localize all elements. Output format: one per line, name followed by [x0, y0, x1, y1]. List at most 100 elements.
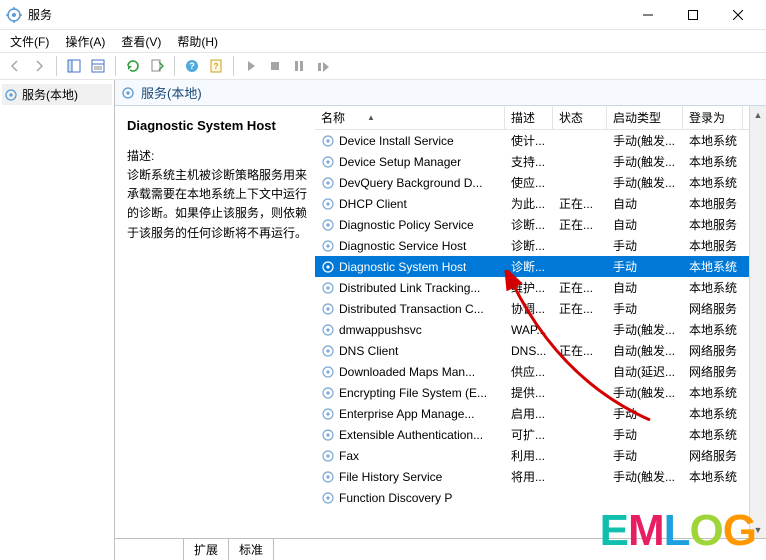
cell-name: Fax	[315, 449, 505, 463]
cell-startup: 手动	[607, 300, 683, 317]
cell-name: Diagnostic Policy Service	[315, 218, 505, 232]
cell-status: 正在...	[553, 195, 607, 212]
cell-logon: 本地系统	[683, 153, 743, 170]
properties-button[interactable]	[87, 55, 109, 77]
menu-action[interactable]: 操作(A)	[59, 31, 111, 52]
scroll-up-icon[interactable]: ▲	[750, 106, 766, 123]
tab-standard[interactable]: 标准	[228, 538, 274, 560]
nav-pane: 服务(本地)	[0, 80, 115, 560]
column-logon[interactable]: 登录为	[683, 106, 743, 129]
detail-pane: Diagnostic System Host 描述: 诊断系统主机被诊断策略服务…	[115, 106, 315, 538]
gear-icon	[4, 88, 18, 102]
pause-service-button	[288, 55, 310, 77]
cell-desc: 协调...	[505, 300, 553, 317]
cell-startup: 手动(触发...	[607, 174, 683, 191]
nav-root-label: 服务(本地)	[22, 86, 78, 103]
service-row[interactable]: DevQuery Background D...使应...手动(触发...本地系…	[315, 172, 749, 193]
refresh-button[interactable]	[122, 55, 144, 77]
cell-logon: 网络服务	[683, 363, 743, 380]
column-description[interactable]: 描述	[505, 106, 553, 129]
column-status[interactable]: 状态	[553, 106, 607, 129]
cell-desc: 启用...	[505, 405, 553, 422]
service-row[interactable]: Extensible Authentication...可扩... 手动本地系统	[315, 424, 749, 445]
service-row[interactable]: dmwappushsvcWAP... 手动(触发...本地系统	[315, 319, 749, 340]
cell-desc: WAP...	[505, 323, 553, 337]
cell-logon: 本地系统	[683, 426, 743, 443]
cell-desc: 诊断...	[505, 237, 553, 254]
cell-desc: 为此...	[505, 195, 553, 212]
show-hide-tree-button[interactable]	[63, 55, 85, 77]
cell-logon: 本地系统	[683, 405, 743, 422]
vertical-scrollbar[interactable]: ▲ ▼	[749, 106, 766, 538]
menu-view[interactable]: 查看(V)	[115, 31, 167, 52]
cell-name: DevQuery Background D...	[315, 176, 505, 190]
main-area: 服务(本地) 服务(本地) Diagnostic System Host 描述:…	[0, 80, 766, 560]
cell-desc: 支持...	[505, 153, 553, 170]
cell-name: dmwappushsvc	[315, 323, 505, 337]
cell-startup: 自动(触发...	[607, 342, 683, 359]
menu-file[interactable]: 文件(F)	[4, 31, 55, 52]
cell-logon: 网络服务	[683, 447, 743, 464]
cell-name: DNS Client	[315, 344, 505, 358]
cell-logon: 网络服务	[683, 342, 743, 359]
export-list-button[interactable]	[146, 55, 168, 77]
tab-header: 服务(本地)	[115, 80, 766, 106]
column-name[interactable]: 名称▲	[315, 106, 505, 129]
service-row[interactable]: Distributed Transaction C...协调...正在...手动…	[315, 298, 749, 319]
service-row[interactable]: Encrypting File System (E...提供...手动(触发..…	[315, 382, 749, 403]
service-row[interactable]: Downloaded Maps Man...供应...自动(延迟...网络服务	[315, 361, 749, 382]
cell-startup: 自动	[607, 279, 683, 296]
watermark: EMLOG	[600, 506, 756, 556]
tab-extended[interactable]: 扩展	[183, 538, 229, 560]
cell-name: Distributed Transaction C...	[315, 302, 505, 316]
service-row[interactable]: Diagnostic Service Host诊断...手动本地服务	[315, 235, 749, 256]
description-text: 诊断系统主机被诊断策略服务用来承载需要在本地系统上下文中运行的诊断。如果停止该服…	[127, 166, 307, 243]
cell-desc: 维护...	[505, 279, 553, 296]
service-row[interactable]: Enterprise App Manage...启用...手动本地系统	[315, 403, 749, 424]
service-row[interactable]: File History Service将用...手动(触发...本地系统	[315, 466, 749, 487]
service-row[interactable]: Fax利用...手动网络服务	[315, 445, 749, 466]
service-row[interactable]: DHCP Client为此...正在...自动本地服务	[315, 193, 749, 214]
svg-text:?: ?	[189, 61, 195, 71]
cell-desc: 可扩...	[505, 426, 553, 443]
restart-service-button	[312, 55, 334, 77]
help-button[interactable]: ?	[181, 55, 203, 77]
gear-icon	[121, 86, 135, 100]
window-title: 服务	[28, 6, 52, 23]
maximize-button[interactable]	[670, 0, 715, 30]
service-row[interactable]: Diagnostic System Host诊断...手动本地系统	[315, 256, 749, 277]
nav-root-services[interactable]: 服务(本地)	[2, 84, 112, 105]
service-row[interactable]: Device Install Service使计...手动(触发...本地系统	[315, 130, 749, 151]
cell-startup: 手动	[607, 426, 683, 443]
service-row[interactable]: Function Discovery P	[315, 487, 749, 508]
cell-desc: 提供...	[505, 384, 553, 401]
cell-logon: 本地系统	[683, 468, 743, 485]
menu-help[interactable]: 帮助(H)	[171, 31, 224, 52]
cell-startup: 手动	[607, 258, 683, 275]
cell-name: File History Service	[315, 470, 505, 484]
cell-logon: 本地系统	[683, 174, 743, 191]
cell-startup: 自动(延迟...	[607, 363, 683, 380]
cell-desc: DNS...	[505, 344, 553, 358]
minimize-button[interactable]	[625, 0, 670, 30]
cell-name: Extensible Authentication...	[315, 428, 505, 442]
cell-name: Distributed Link Tracking...	[315, 281, 505, 295]
service-row[interactable]: Device Setup Manager支持...手动(触发...本地系统	[315, 151, 749, 172]
help-topic-button[interactable]: ?	[205, 55, 227, 77]
close-button[interactable]	[715, 0, 760, 30]
cell-logon: 本地系统	[683, 321, 743, 338]
cell-status: 正在...	[553, 216, 607, 233]
title-bar: 服务	[0, 0, 766, 30]
column-startup[interactable]: 启动类型	[607, 106, 683, 129]
service-row[interactable]: DNS ClientDNS...正在...自动(触发...网络服务	[315, 340, 749, 361]
sort-asc-icon: ▲	[367, 113, 375, 122]
cell-logon: 本地系统	[683, 384, 743, 401]
service-row[interactable]: Diagnostic Policy Service诊断...正在...自动本地服…	[315, 214, 749, 235]
cell-name: DHCP Client	[315, 197, 505, 211]
cell-logon: 本地服务	[683, 237, 743, 254]
cell-status: 正在...	[553, 300, 607, 317]
service-row[interactable]: Distributed Link Tracking...维护...正在...自动…	[315, 277, 749, 298]
cell-startup: 自动	[607, 216, 683, 233]
cell-startup: 手动(触发...	[607, 321, 683, 338]
cell-name: Diagnostic System Host	[315, 260, 505, 274]
